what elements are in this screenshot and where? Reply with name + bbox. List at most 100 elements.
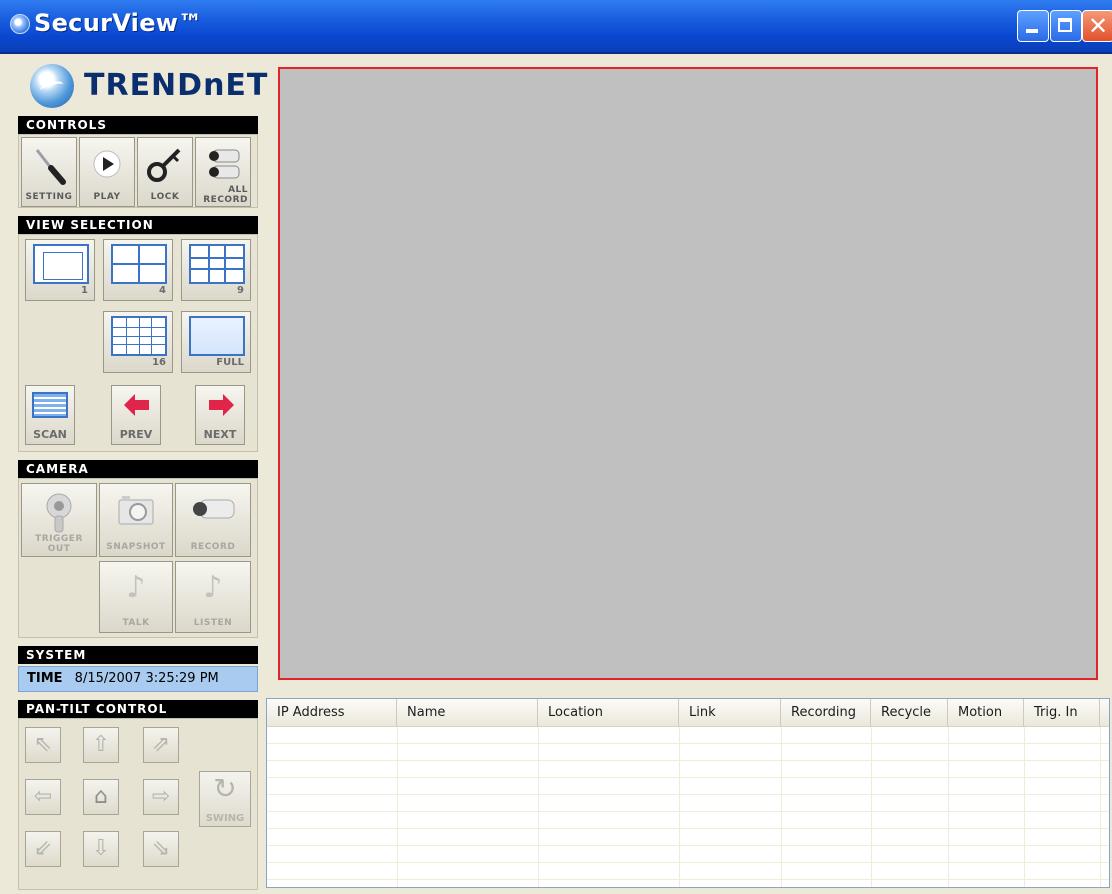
next-button[interactable]: NEXT [195,385,245,445]
controls-header: CONTROLS [18,116,258,134]
trigger-out-label: TRIGGER OUT [35,534,83,554]
cameras-icon [209,149,240,179]
view-9-label: 9 [237,285,244,296]
camera-list-table[interactable]: IP Address Name Location Link Recording … [266,698,1110,888]
right-arrow-icon [209,394,234,416]
table-row[interactable] [267,795,1109,812]
screwdriver-icon [35,149,66,185]
lock-label: LOCK [150,192,180,202]
play-icon [93,150,121,178]
swing-button[interactable]: ↻ SWING [199,771,251,827]
column-trig-in[interactable]: Trig. In [1024,699,1100,727]
camera-snapshot-icon [118,496,154,525]
prev-label: PREV [119,428,153,441]
table-row[interactable] [267,744,1109,761]
pan-up-right-button[interactable]: ⇗ [143,727,179,763]
record-button[interactable]: RECORD [175,483,251,557]
view-9-button[interactable]: 9 [181,239,251,301]
column-name[interactable]: Name [397,699,538,727]
setting-label: SETTING [25,192,73,202]
view-full-button[interactable]: FULL [181,311,251,373]
arrow-left-icon: ⇦ [33,784,53,809]
rotate-icon: ↻ [213,772,237,805]
maximize-icon [1058,18,1072,32]
time-value: 8/15/2007 3:25:29 PM [74,671,219,686]
column-ip-address[interactable]: IP Address [267,699,397,727]
view-4-label: 4 [159,285,166,296]
arrow-down-left-icon: ⇙ [33,836,53,861]
home-icon: ⌂ [94,784,108,809]
view-16-label: 16 [152,357,166,368]
quad-view-icon [111,244,167,284]
table-row[interactable] [267,829,1109,846]
play-button[interactable]: PLAY [79,137,135,207]
title-bar[interactable]: SecurView™ ✕ [0,0,1112,54]
column-recording[interactable]: Recording [781,699,871,727]
listen-button[interactable]: ♪ LISTEN [175,561,251,633]
music-note-icon: ♪ [203,570,223,605]
arrow-down-right-icon: ⇘ [151,836,171,861]
setting-button[interactable]: SETTING [21,137,77,207]
scan-button[interactable]: SCAN [25,385,75,445]
table-row[interactable] [267,778,1109,795]
column-location[interactable]: Location [538,699,679,727]
all-record-button[interactable]: ALL RECORD [195,137,251,207]
pan-home-button[interactable]: ⌂ [83,779,119,815]
swing-label: SWING [205,813,245,824]
maximize-button[interactable] [1050,10,1082,42]
view-4-button[interactable]: 4 [103,239,173,301]
single-view-icon [33,244,89,284]
view-1-label: 1 [81,285,88,296]
column-recycle[interactable]: Recycle [871,699,948,727]
table-row[interactable] [267,863,1109,880]
table-row[interactable] [267,812,1109,829]
pan-down-right-button[interactable]: ⇘ [143,831,179,867]
pan-down-left-button[interactable]: ⇙ [25,831,61,867]
table-header: IP Address Name Location Link Recording … [267,699,1109,727]
close-icon: ✕ [1088,12,1109,40]
scan-label: SCAN [33,428,67,441]
video-camera-icon [193,499,235,519]
arrow-down-icon: ⇩ [91,836,111,861]
view-1-button[interactable]: 1 [25,239,95,301]
trigger-out-button[interactable]: TRIGGER OUT [21,483,97,557]
table-row[interactable] [267,761,1109,778]
next-label: NEXT [203,428,237,441]
view-selection-panel: 1 4 9 16 FULL SCAN PREV NEXT [18,234,258,452]
column-motion[interactable]: Motion [948,699,1024,727]
arrow-up-left-icon: ⇖ [33,732,53,757]
talk-button[interactable]: ♪ TALK [99,561,173,633]
app-logo-icon [10,14,30,34]
play-label: PLAY [93,192,121,202]
system-header: SYSTEM [18,646,258,664]
minimize-button[interactable] [1017,10,1049,42]
minimize-icon [1026,29,1038,33]
pan-left-button[interactable]: ⇦ [25,779,61,815]
key-icon [147,148,181,182]
view-selection-header: VIEW SELECTION [18,216,258,234]
prev-button[interactable]: PREV [111,385,161,445]
full-screen-icon [189,316,245,356]
snapshot-label: SNAPSHOT [106,542,166,552]
column-link[interactable]: Link [679,699,781,727]
pan-right-button[interactable]: ⇨ [143,779,179,815]
nine-view-icon [189,244,245,284]
pan-down-button[interactable]: ⇩ [83,831,119,867]
pan-up-left-button[interactable]: ⇖ [25,727,61,763]
table-row[interactable] [267,727,1109,744]
arrow-up-right-icon: ⇗ [151,732,171,757]
close-button[interactable]: ✕ [1082,10,1112,42]
table-row[interactable] [267,846,1109,863]
pan-tilt-header: PAN-TILT CONTROL [18,700,258,718]
time-label: TIME [27,671,63,686]
video-display[interactable] [278,67,1098,680]
system-time-bar: TIME 8/15/2007 3:25:29 PM [18,666,258,692]
snapshot-button[interactable]: SNAPSHOT [99,483,173,557]
view-16-button[interactable]: 16 [103,311,173,373]
scan-icon [32,392,68,418]
securview-window: SecurView™ ✕ TRENDnET CONTROLS SETTING P… [0,0,1112,894]
brand-name: TRENDnET [84,68,269,103]
lock-button[interactable]: LOCK [137,137,193,207]
pan-up-button[interactable]: ⇧ [83,727,119,763]
music-note-icon: ♪ [126,570,146,605]
